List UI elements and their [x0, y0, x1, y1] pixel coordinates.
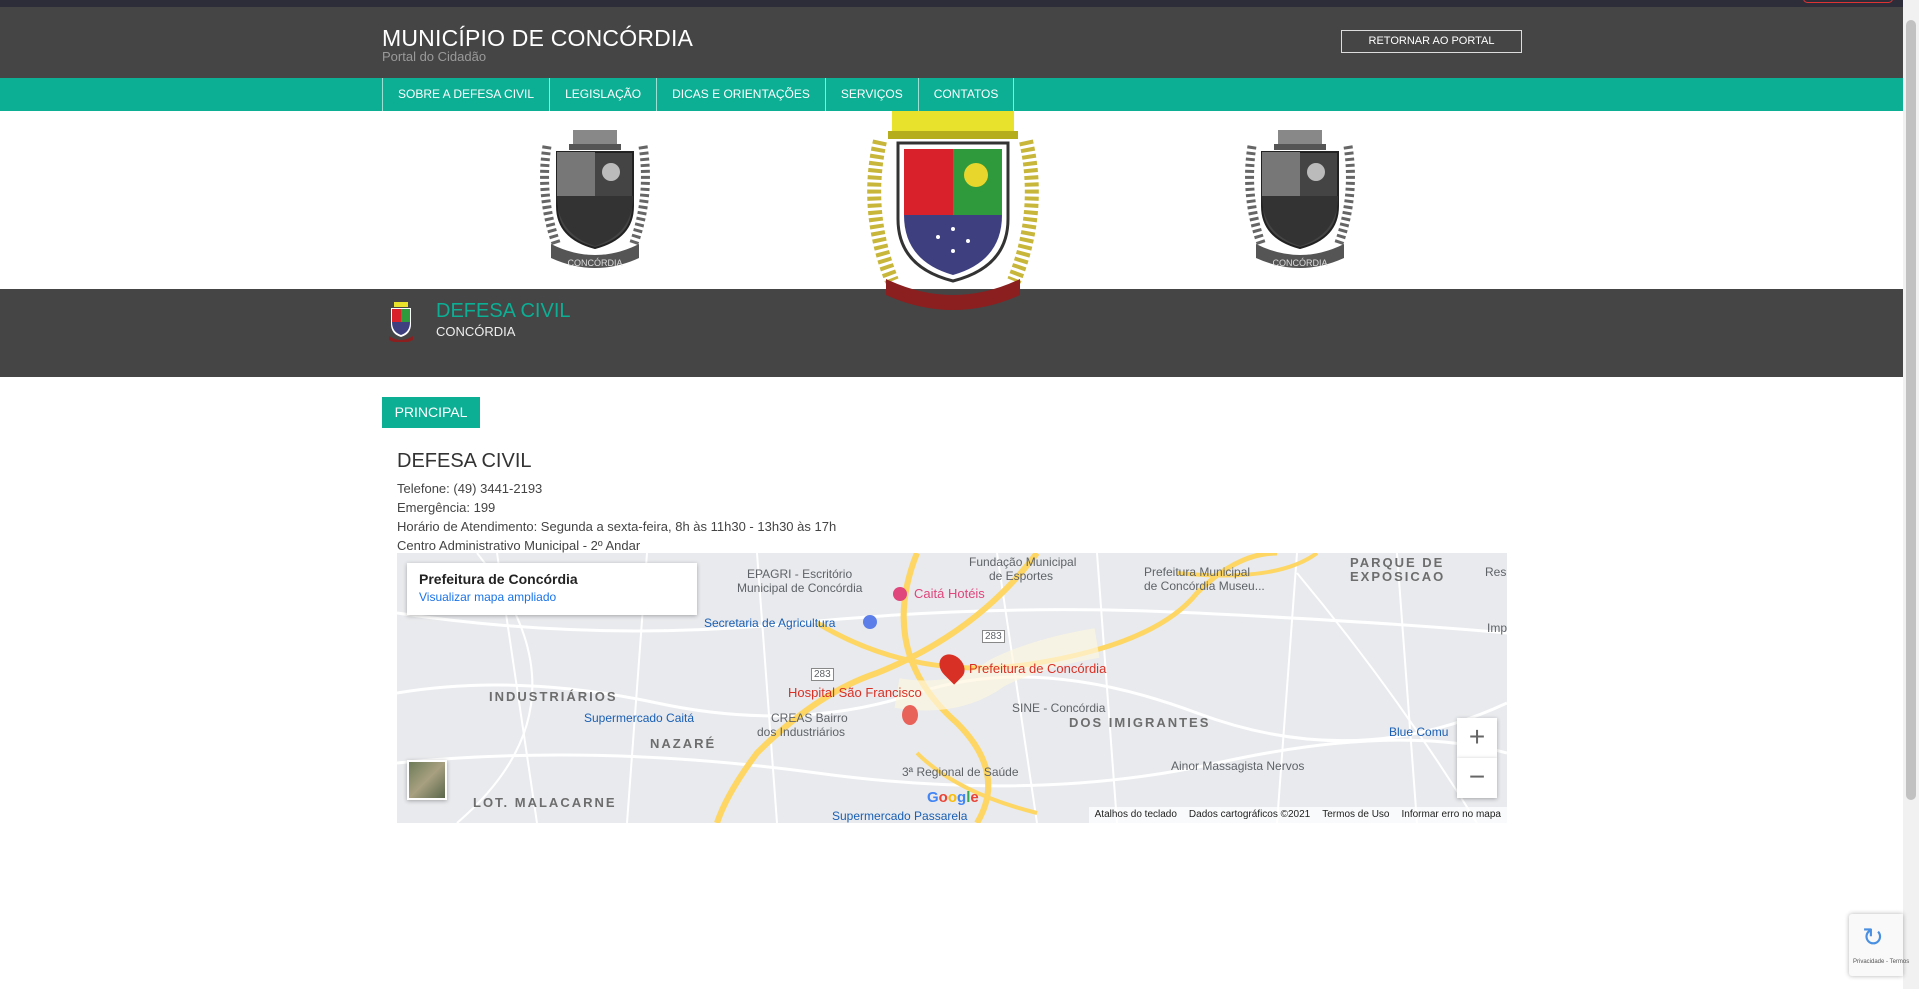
label-regional: 3ª Regional de Saúde: [902, 765, 1019, 779]
label-parque: PARQUE DE: [1350, 555, 1445, 570]
secretaria-pin-icon: [863, 615, 877, 629]
crest-center-image: [867, 111, 1039, 310]
report-error-link[interactable]: Informar erro no mapa: [1396, 807, 1508, 823]
phone-line: Telefone: (49) 3441-2193: [397, 481, 543, 496]
nav-item-contatos[interactable]: CONTATOS: [919, 78, 1015, 111]
label-malacarne: LOT. MALACARNE: [473, 795, 617, 810]
terms-link[interactable]: Termos de Uso: [1316, 807, 1395, 823]
road-283-b: 283: [982, 630, 1005, 643]
map-footer: Atalhos do teclado Dados cartográficos ©…: [1088, 807, 1508, 823]
hotel-pin-icon: [893, 587, 907, 601]
svg-text:CONCÓRDIA: CONCÓRDIA: [1272, 258, 1327, 268]
recaptcha-icon: ↻: [1862, 922, 1884, 952]
nav-item-sobre[interactable]: SOBRE A DEFESA CIVIL: [383, 78, 551, 111]
google-map[interactable]: EPAGRI - Escritório Municipal de Concórd…: [397, 553, 1507, 823]
label-secretaria: Secretaria de Agricultura: [704, 616, 836, 630]
site-subtitle: Portal do Cidadão: [382, 49, 487, 64]
map-card-title: Prefeitura de Concórdia: [419, 571, 578, 587]
site-header: MUNICÍPIO DE CONCÓRDIA Portal do Cidadão…: [0, 7, 1903, 78]
defesa-civil-logo-icon: [389, 302, 413, 342]
label-creas-2: dos Industriários: [757, 725, 846, 739]
return-portal-button[interactable]: RETORNAR AO PORTAL: [1341, 30, 1522, 53]
label-caita-hoteis: Caitá Hotéis: [914, 586, 985, 601]
nav-item-dicas[interactable]: DICAS E ORIENTAÇÕES: [657, 78, 826, 111]
label-ainor: Ainor Massagista Nervos: [1171, 759, 1305, 773]
nav-item-legislacao[interactable]: LEGISLAÇÃO: [550, 78, 658, 111]
nav-item-servicos[interactable]: SERVIÇOS: [826, 78, 919, 111]
label-creas: CREAS Bairro: [771, 711, 848, 725]
browser-top-strip: [0, 0, 1903, 7]
crest-left-image: CONCÓRDIA: [540, 130, 650, 268]
hours-line: Horário de Atendimento: Segunda a sexta-…: [397, 519, 837, 534]
satellite-toggle-button[interactable]: [407, 760, 447, 800]
section-title: DEFESA CIVIL: [436, 300, 571, 322]
label-hospital: Hospital São Francisco: [788, 685, 922, 700]
hospital-pin-icon: [902, 705, 918, 725]
label-imp: Imp: [1487, 621, 1507, 635]
recaptcha-text: Privacidade - Termos: [1853, 959, 1910, 965]
section-subtitle: CONCÓRDIA: [436, 324, 516, 339]
emergency-line: Emergência: 199: [397, 500, 496, 515]
label-epagri-2: Municipal de Concórdia: [737, 581, 863, 595]
svg-text:CONCÓRDIA: CONCÓRDIA: [567, 258, 622, 268]
zoom-out-button[interactable]: −: [1457, 758, 1497, 798]
label-fundacao: Fundação Municipal: [969, 555, 1077, 569]
label-res: Res: [1485, 565, 1507, 579]
google-logo: Google: [927, 789, 979, 806]
label-prefeitura-museu: Prefeitura Municipal: [1144, 565, 1251, 579]
label-supermercado-caita: Supermercado Caitá: [584, 711, 695, 725]
label-industriarios: INDUSTRIÁRIOS: [489, 689, 618, 704]
crest-right-image: CONCÓRDIA: [1245, 130, 1355, 268]
contact-info: DEFESA CIVIL Telefone: (49) 3441-2193 Em…: [397, 450, 836, 555]
site-title: MUNICÍPIO DE CONCÓRDIA: [382, 25, 694, 51]
label-fundacao-2: de Esportes: [989, 569, 1054, 583]
recaptcha-badge[interactable]: ↻ Privacidade - Termos: [1849, 914, 1909, 976]
label-blue-comu: Blue Comu: [1389, 725, 1449, 739]
label-prefeitura-museu-2: de Concórdia Museu...: [1144, 579, 1265, 593]
label-parque-2: EXPOSICAO: [1350, 569, 1446, 584]
map-info-card: Prefeitura de Concórdia Visualizar mapa …: [407, 563, 697, 615]
label-prefeitura: Prefeitura de Concórdia: [969, 661, 1107, 676]
map-data-text: Dados cartográficos ©2021: [1188, 809, 1311, 820]
tab-principal[interactable]: PRINCIPAL: [382, 397, 480, 428]
label-nazare: NAZARÉ: [650, 736, 717, 751]
keyboard-shortcuts-link[interactable]: Atalhos do teclado: [1089, 807, 1183, 823]
map-enlarge-link[interactable]: Visualizar mapa ampliado: [419, 590, 685, 604]
label-epagri: EPAGRI - Escritório: [747, 567, 853, 581]
label-passarela: Supermercado Passarela: [832, 809, 968, 823]
label-imigrantes: DOS IMIGRANTES: [1069, 715, 1211, 730]
main-nav: SOBRE A DEFESA CIVIL LEGISLAÇÃO DICAS E …: [0, 78, 1903, 111]
page-scrollbar[interactable]: [1903, 0, 1919, 989]
scrollbar-thumb[interactable]: [1906, 20, 1916, 800]
road-283-a: 283: [811, 668, 834, 681]
zoom-in-button[interactable]: +: [1457, 718, 1497, 758]
top-pill: [1803, 0, 1893, 3]
content-heading: DEFESA CIVIL: [397, 450, 532, 472]
label-sine: SINE - Concórdia: [1012, 701, 1106, 715]
